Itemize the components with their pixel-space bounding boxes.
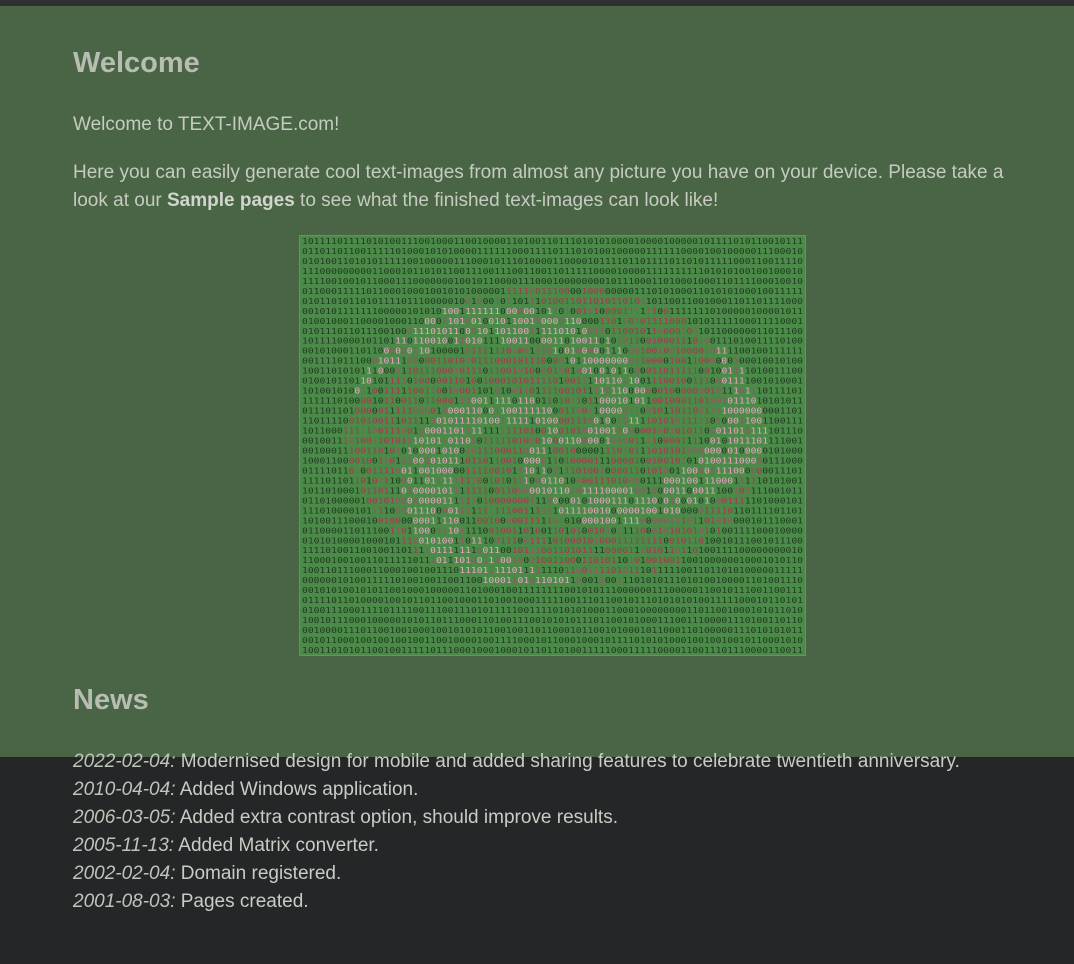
news-text: Modernised design for mobile and added s… xyxy=(175,751,960,772)
binary-row: 011101101 000 001 1111 000 010000110 001100111… xyxy=(302,406,803,416)
news-date: 2001-08-03: xyxy=(73,891,176,912)
binary-row: 10011010101 11000 1110111000 10111 011001 010… xyxy=(302,366,803,376)
binary-row: 01101000001 00101 00 00000011 1111010000000 1… xyxy=(302,495,803,505)
binary-row: 0101101011010111101110000010 01000 101101 1… xyxy=(302,296,803,306)
news-item: 2010-04-04: Added Windows application. xyxy=(73,776,1013,804)
news-text: Added extra contrast option, should impr… xyxy=(175,807,618,828)
binary-row: 10001100 0010 0110111 00 001011 10110 11001 000… xyxy=(302,455,803,465)
news-date: 2010-04-04: xyxy=(73,779,176,800)
binary-row: 01010100001000101 11 0010100 11011 10 0111 001… xyxy=(302,535,803,545)
binary-row: 0110110110011111010001010100001111110001… xyxy=(302,246,803,256)
news-item: 2002-02-04: Domain registered. xyxy=(73,860,1013,888)
binary-row: 0100111000111101111001110011101011111001… xyxy=(302,605,803,615)
binary-text-image-art: 1011110111101010011100100011001000011010… xyxy=(302,236,803,655)
binary-row: 1010011100010 0100 00 0001 1110 011 0010 000011… xyxy=(302,515,803,525)
binary-row: 111101101 10 101110 0011 01 111 111 100101 01110… xyxy=(302,475,803,485)
news-heading: News xyxy=(73,684,149,716)
binary-row: 01111011 01001111 001 1001000 00 11110010 1110… xyxy=(302,465,803,475)
news-item: 2005-11-13: Added Matrix converter. xyxy=(73,832,1013,860)
binary-row: 010010001100001000110 00 01101 001 0010 11001… xyxy=(302,316,803,326)
news-date: 2006-03-05: xyxy=(73,807,176,828)
binary-row: 100110111000110001001001110 11101 111101 11… xyxy=(302,565,803,575)
news-date: 2022-02-04: xyxy=(73,751,176,772)
welcome-heading: Welcome xyxy=(73,47,200,79)
binary-row: 011000011011100 1101100 011 10 11110 01001 101… xyxy=(302,525,803,535)
news-list: 2022-02-04: Modernised design for mobile… xyxy=(73,748,1013,916)
welcome-intro: Welcome to TEXT-IMAGE.com! xyxy=(73,114,340,135)
news-text: Added Windows application. xyxy=(175,779,419,800)
binary-row: 01100011111011000100010010101000001 1111 0… xyxy=(302,286,803,296)
binary-row: 1011000 111 1100111 00100001101 111 111 111101… xyxy=(302,426,803,436)
binary-row: 101001010 01100111 11001 10010001 101 010 0110… xyxy=(302,386,803,396)
binary-row: 0010110001001001001001100100001001111000… xyxy=(302,635,803,645)
news-date: 2002-02-04: xyxy=(73,863,176,884)
binary-row: 0111101101000010010110110010001101001000… xyxy=(302,595,803,605)
news-item: 2001-08-03: Pages created. xyxy=(73,888,1013,916)
description-text-after: to see what the finished text-images can… xyxy=(294,190,719,211)
sample-text-image: 1011110111101010011100100011001000011010… xyxy=(299,235,806,656)
binary-row: 0010000111011001001000100101010110010011… xyxy=(302,625,803,635)
binary-row: 0101001101010111110010000011100010111010… xyxy=(302,256,803,266)
binary-row: 1011110111101010011100100011001000011010… xyxy=(302,236,803,246)
binary-row: 1111010011001001101 1110111 111 10011 00 101 1… xyxy=(302,545,803,555)
binary-row: 1001011100010000010101101110001101001110… xyxy=(302,615,803,625)
news-date: 2005-11-13: xyxy=(73,835,175,856)
news-item: 2006-03-05: Added extra contrast option,… xyxy=(73,804,1013,832)
news-text: Added Matrix converter. xyxy=(174,835,379,856)
binary-row: 010111011011100100 011101011 00010 1101100 1… xyxy=(302,326,803,336)
news-item: 2022-02-04: Modernised design for mobile… xyxy=(73,748,1013,776)
binary-row: 1111001001011000111000000010010110000111… xyxy=(302,276,803,286)
binary-row: 1001101010110010011111011100010001000101… xyxy=(302,645,803,655)
binary-row: 1111110100 00 10 11 0011 011000 111 001 1111 0110… xyxy=(302,396,803,406)
binary-row: 00100011 100110 101010000 1010 010 11100011 00… xyxy=(302,445,803,455)
welcome-description: Here you can easily generate cool text-i… xyxy=(73,159,1013,215)
binary-row: 0100101101 10 101 11 10100 000110 100100010101… xyxy=(302,376,803,386)
binary-row: 1110000000001100010110101100111001110011… xyxy=(302,266,803,276)
binary-row: 111010000101 1110 01 01110 0001 11 111 1111001 1… xyxy=(302,505,803,515)
news-text: Domain registered. xyxy=(175,863,342,884)
binary-row: 001010111111100000101010 100 1111111 000 000… xyxy=(302,306,803,316)
binary-row: 1100010010011011111011 101 1101 0011000 10 00… xyxy=(302,555,803,565)
sample-pages-link[interactable]: Sample pages xyxy=(167,190,295,211)
binary-row: 00101000110110 00000110 100001 0111 1110 1001… xyxy=(302,346,803,356)
binary-row: 0010011 10100 110101 010101 10110 0011111010 0… xyxy=(302,436,803,446)
binary-row: 0000001010011111010010011001100 10001 101 0… xyxy=(302,575,803,585)
binary-row: 001111011100 01011 100 00011010 101110001011… xyxy=(302,356,803,366)
binary-row: 1011010001 01101 11 010000101 111111 00110 00 0… xyxy=(302,485,803,495)
binary-row: 11011110 01010011 1011 11 001011110100 11111 1… xyxy=(302,416,803,426)
binary-row: 1011110000101101 11 0110010 011010 111 10011 0… xyxy=(302,336,803,346)
news-text: Pages created. xyxy=(175,891,309,912)
binary-row: 0010101001010110010001000001101000100111… xyxy=(302,585,803,595)
